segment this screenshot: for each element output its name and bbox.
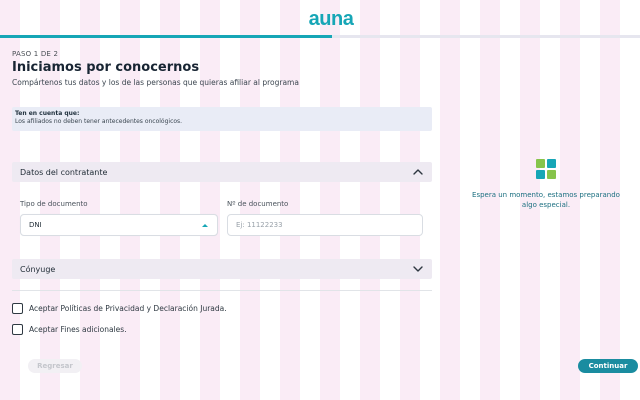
checkbox-row-privacy[interactable]: Aceptar Políticas de Privacidad y Declar… (12, 303, 227, 314)
page: auna PASO 1 DE 2 Iniciamos por conocerno… (0, 0, 640, 400)
document-type-label: Tipo de documento (20, 200, 88, 208)
continue-button[interactable]: Continuar (578, 359, 638, 373)
additional-purposes-label: Aceptar Fines adicionales. (29, 325, 127, 334)
step-indicator: PASO 1 DE 2 (12, 50, 59, 58)
document-type-value: DNI (29, 221, 42, 229)
section-divider (12, 290, 432, 291)
conyuge-header[interactable]: Cónyuge (12, 259, 432, 279)
privacy-checkbox[interactable] (12, 303, 23, 314)
notice-title: Ten en cuenta que: (15, 110, 80, 117)
caret-up-icon (202, 224, 208, 227)
contratante-header[interactable]: Datos del contratante (12, 162, 432, 182)
logo-text: auna (309, 8, 355, 30)
privacy-checkbox-label: Aceptar Políticas de Privacidad y Declar… (29, 304, 227, 313)
conyuge-section: Cónyuge (12, 259, 432, 299)
conyuge-title: Cónyuge (20, 264, 56, 274)
document-number-placeholder: Ej: 11122233 (236, 221, 283, 229)
loading-line-2: algo especial. (521, 201, 571, 209)
auna-logo: auna (300, 8, 362, 30)
loading-panel: Espera un momento, estamos preparando al… (460, 158, 632, 210)
page-subtitle: Compártenos tus datos y los de las perso… (12, 78, 299, 87)
loading-line-1: Espera un momento, estamos preparando (472, 191, 620, 199)
back-button[interactable]: Regresar (28, 359, 82, 373)
document-number-input[interactable]: Ej: 11122233 (227, 214, 423, 236)
form-column: PASO 1 DE 2 Iniciamos por conocernos Com… (12, 38, 432, 131)
additional-purposes-checkbox[interactable] (12, 324, 23, 335)
chevron-down-icon[interactable] (412, 263, 424, 275)
contratante-title: Datos del contratante (20, 167, 108, 177)
notice-text: Los afiliados no deben tener antecedente… (15, 118, 183, 125)
document-type-select[interactable]: DNI (20, 214, 218, 236)
notice-box: Ten en cuenta que: Los afiliados no debe… (12, 107, 432, 131)
chevron-up-icon[interactable] (412, 166, 424, 178)
consent-checkboxes: Aceptar Políticas de Privacidad y Declar… (12, 303, 432, 343)
checkbox-row-additional[interactable]: Aceptar Fines adicionales. (12, 324, 127, 335)
document-number-label: Nº de documento (227, 200, 289, 208)
tile-loader-icon (536, 159, 556, 179)
page-title: Iniciamos por conocernos (12, 60, 200, 75)
